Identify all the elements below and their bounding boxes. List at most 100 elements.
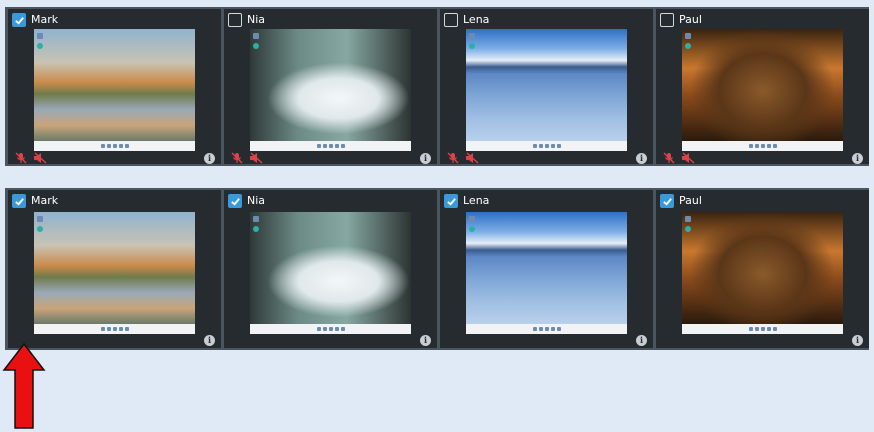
desktop-icon [253, 33, 259, 39]
tile-footer: i [446, 335, 647, 346]
select-checkbox[interactable] [660, 13, 674, 27]
mic-muted-icon[interactable] [14, 152, 28, 164]
select-checkbox[interactable] [444, 13, 458, 27]
desktop-icon [469, 33, 475, 39]
edge-icon [469, 43, 475, 49]
screen-thumbnail[interactable] [250, 29, 411, 151]
desktop-icon [37, 33, 43, 39]
tile-header: Paul [660, 12, 702, 28]
select-checkbox[interactable] [12, 13, 26, 27]
tile-footer: i [662, 335, 863, 346]
taskbar [34, 324, 195, 334]
wallpaper-waterfall [250, 29, 411, 141]
mic-muted-icon[interactable] [446, 152, 460, 164]
taskbar [466, 141, 627, 151]
speaker-muted-icon[interactable] [465, 152, 479, 164]
participant-name: Mark [31, 13, 59, 26]
info-icon[interactable]: i [420, 152, 431, 164]
tile-footer: i [662, 152, 863, 164]
tile-header: Nia [228, 193, 265, 209]
screen-thumbnail[interactable] [250, 212, 411, 334]
checkmark-icon [230, 197, 240, 206]
taskbar [34, 141, 195, 151]
screen-thumbnail[interactable] [34, 29, 195, 151]
tile-header: Mark [12, 193, 58, 209]
info-icon[interactable]: i [204, 335, 215, 346]
info-icon[interactable]: i [852, 152, 863, 164]
info-icon[interactable]: i [852, 335, 863, 346]
screen-thumbnail[interactable] [34, 212, 195, 334]
speaker-muted-icon[interactable] [681, 152, 695, 164]
taskbar [250, 324, 411, 334]
checkmark-icon [662, 197, 672, 206]
select-checkbox[interactable] [444, 194, 458, 208]
participant-name: Lena [463, 194, 490, 207]
edge-icon [253, 43, 259, 49]
edge-icon [469, 226, 475, 232]
tile-header: Lena [444, 12, 489, 28]
participant-tile-paul[interactable]: Paul i [656, 190, 869, 348]
mic-muted-icon[interactable] [662, 152, 676, 164]
edge-icon [253, 226, 259, 232]
participant-tile-paul[interactable]: Paul i [656, 9, 869, 164]
taskbar [466, 324, 627, 334]
participant-tile-nia[interactable]: Nia i [224, 9, 437, 164]
desktop-icon [469, 216, 475, 222]
desktop-icon [685, 216, 691, 222]
participant-name: Paul [679, 13, 702, 26]
participant-tile-nia[interactable]: Nia i [224, 190, 437, 348]
participant-name: Lena [463, 13, 490, 26]
speaker-muted-icon[interactable] [33, 152, 47, 164]
wallpaper-salt-flats [466, 29, 627, 141]
wallpaper-temple [682, 212, 843, 324]
participant-tile-mark[interactable]: Mark i [8, 190, 221, 348]
edge-icon [685, 43, 691, 49]
screen-thumbnail[interactable] [466, 29, 627, 151]
info-icon[interactable]: i [636, 335, 647, 346]
select-checkbox[interactable] [660, 194, 674, 208]
tile-header: Nia [228, 12, 265, 28]
checkmark-icon [14, 16, 24, 25]
select-checkbox[interactable] [12, 194, 26, 208]
screen-thumbnail[interactable] [466, 212, 627, 334]
edge-icon [685, 226, 691, 232]
desktop-icon [685, 33, 691, 39]
tile-footer: i [446, 152, 647, 164]
desktop-icon [253, 216, 259, 222]
taskbar [250, 141, 411, 151]
up-arrow-annotation [2, 342, 46, 429]
tile-footer: i [230, 152, 431, 164]
edge-icon [37, 43, 43, 49]
participant-panel-bottom: Mark i Nia i Lena i Paul i [5, 188, 869, 350]
participant-panel-top: Mark i Nia i Lena i Paul i [5, 7, 869, 166]
select-checkbox[interactable] [228, 194, 242, 208]
participant-name: Nia [247, 13, 266, 26]
participant-name: Paul [679, 194, 702, 207]
screen-thumbnail[interactable] [682, 212, 843, 334]
desktop-icon [37, 216, 43, 222]
taskbar [682, 141, 843, 151]
info-icon[interactable]: i [420, 335, 431, 346]
checkmark-icon [446, 197, 456, 206]
tile-header: Lena [444, 193, 489, 209]
select-checkbox[interactable] [228, 13, 242, 27]
participant-name: Nia [247, 194, 266, 207]
speaker-muted-icon[interactable] [249, 152, 263, 164]
participant-tile-lena[interactable]: Lena i [440, 190, 653, 348]
participant-tile-mark[interactable]: Mark i [8, 9, 221, 164]
participant-name: Mark [31, 194, 59, 207]
wallpaper-temple [682, 29, 843, 141]
participant-tile-lena[interactable]: Lena i [440, 9, 653, 164]
mic-muted-icon[interactable] [230, 152, 244, 164]
wallpaper-mountains [34, 212, 195, 324]
tile-footer: i [230, 335, 431, 346]
info-icon[interactable]: i [204, 152, 215, 164]
wallpaper-waterfall [250, 212, 411, 324]
wallpaper-salt-flats [466, 212, 627, 324]
tile-header: Mark [12, 12, 58, 28]
screen-thumbnail[interactable] [682, 29, 843, 151]
taskbar [682, 324, 843, 334]
wallpaper-mountains [34, 29, 195, 141]
edge-icon [37, 226, 43, 232]
info-icon[interactable]: i [636, 152, 647, 164]
